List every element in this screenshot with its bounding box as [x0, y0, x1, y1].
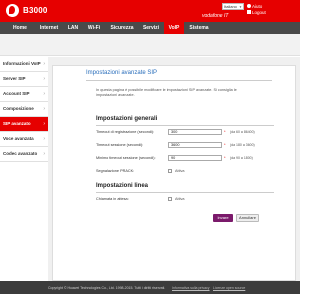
- sidebar-item-voce-avanzata[interactable]: Voce avanzata ›: [0, 132, 48, 147]
- divider: [96, 192, 274, 193]
- sidebar-item-codec-avanzato[interactable]: Codec avanzato ›: [0, 147, 48, 162]
- nav-lan[interactable]: LAN: [64, 22, 82, 34]
- nav-internet[interactable]: Internet: [34, 22, 64, 34]
- copyright-text: Copyright © Huawei Technologies Co., Ltd…: [48, 286, 166, 290]
- privacy-link[interactable]: Informativa sulla privacy: [172, 286, 210, 290]
- divider: [96, 125, 274, 126]
- min-session-timeout-hint: (da 90 a 1800): [230, 156, 253, 160]
- min-session-timeout-input[interactable]: 90: [168, 155, 222, 161]
- open-source-link[interactable]: Licenze open source: [213, 286, 245, 290]
- nav-home[interactable]: Home: [8, 22, 32, 34]
- nav-servizi[interactable]: Servizi: [140, 22, 162, 34]
- registration-timeout-hint: (da 60 a 86400): [230, 130, 255, 134]
- call-waiting-option-label: Attiva: [175, 197, 185, 201]
- nav-sicurezza[interactable]: Sicurezza: [106, 22, 138, 34]
- session-timeout-label: Timeout sessione (secondi):: [96, 143, 144, 147]
- vodafone-logo: [6, 4, 19, 17]
- chevron-right-icon: ›: [43, 151, 45, 157]
- footer: Copyright © Huawei Technologies Co., Ltd…: [0, 281, 300, 294]
- call-waiting-label: Chiamata in attesa:: [96, 197, 129, 201]
- sidebar-item-label: SIP avanzato: [3, 121, 31, 126]
- call-waiting-checkbox[interactable]: [168, 197, 172, 201]
- nav-sistema[interactable]: Sistema: [186, 22, 212, 34]
- model-name: B3000: [23, 6, 48, 15]
- divider: [86, 80, 272, 81]
- logout-link[interactable]: Logout: [252, 10, 266, 15]
- chevron-right-icon: ›: [43, 61, 45, 67]
- page-title: Impostazioni avanzate SIP: [86, 70, 158, 76]
- language-value: Italiano: [224, 4, 237, 9]
- help-link[interactable]: Aiuto: [252, 4, 262, 9]
- prack-label: Segnalazione PRACK:: [96, 169, 135, 173]
- header-tagline: vodafone IT: [202, 13, 229, 19]
- chevron-right-icon: ›: [43, 76, 45, 82]
- page-description: In questa pagina è possibile modificare …: [96, 88, 237, 97]
- page-title-bar: [0, 34, 300, 56]
- nav-wifi[interactable]: Wi-Fi: [84, 22, 104, 34]
- top-header: B3000 vodafone IT Italiano ▼ Aiuto Logou…: [0, 0, 300, 22]
- nav-voip[interactable]: VoIP: [164, 22, 184, 34]
- main-nav: Home Internet LAN Wi-Fi Sicurezza Serviz…: [0, 22, 300, 34]
- min-session-timeout-label: Minimo timeout sessione (secondi):: [96, 156, 156, 160]
- sidebar-item-label: Server SIP: [3, 76, 26, 81]
- session-timeout-input[interactable]: 3600: [168, 142, 222, 148]
- required-marker: *: [224, 129, 226, 134]
- required-marker: *: [224, 142, 226, 147]
- submit-button[interactable]: Invare: [213, 214, 233, 222]
- logout-icon[interactable]: [247, 10, 251, 14]
- help-icon[interactable]: [247, 4, 251, 8]
- registration-timeout-input[interactable]: 300: [168, 129, 222, 135]
- sidebar-item-label: Account SIP: [3, 91, 30, 96]
- registration-timeout-label: Timeout di registrazione (secondi):: [96, 130, 155, 134]
- chevron-right-icon: ›: [43, 136, 45, 142]
- language-select[interactable]: Italiano ▼: [222, 3, 244, 10]
- sidebar-item-account-sip[interactable]: Account SIP ›: [0, 87, 48, 102]
- chevron-right-icon: ›: [43, 121, 45, 127]
- general-settings-title: Impostazioni generali: [96, 116, 158, 122]
- session-timeout-hint: (da 180 a 3600): [230, 143, 255, 147]
- required-marker: *: [224, 155, 226, 160]
- chevron-down-icon: ▼: [239, 5, 242, 9]
- sidebar-item-server-sip[interactable]: Server SIP ›: [0, 72, 48, 87]
- sidebar: Informazioni VoIP › Server SIP › Account S…: [0, 57, 48, 281]
- sidebar-item-informazioni-voip[interactable]: Informazioni VoIP ›: [0, 57, 48, 72]
- sidebar-item-label: Informazioni VoIP: [3, 61, 41, 66]
- sidebar-item-label: Voce avanzata: [3, 136, 34, 141]
- chevron-right-icon: ›: [43, 91, 45, 97]
- cancel-button[interactable]: Annullare: [236, 214, 259, 222]
- prack-option-label: Attiva: [175, 169, 185, 173]
- chevron-right-icon: ›: [43, 106, 45, 112]
- sidebar-item-composizione-rapida[interactable]: Composizione rapida›: [0, 102, 48, 125]
- sidebar-item-label: Codec avanzato: [3, 151, 38, 156]
- sidebar-item-sip-avanzato[interactable]: SIP avanzato ›: [0, 117, 48, 132]
- line-settings-title: Impostazioni linea: [96, 183, 149, 189]
- prack-checkbox[interactable]: [168, 169, 172, 173]
